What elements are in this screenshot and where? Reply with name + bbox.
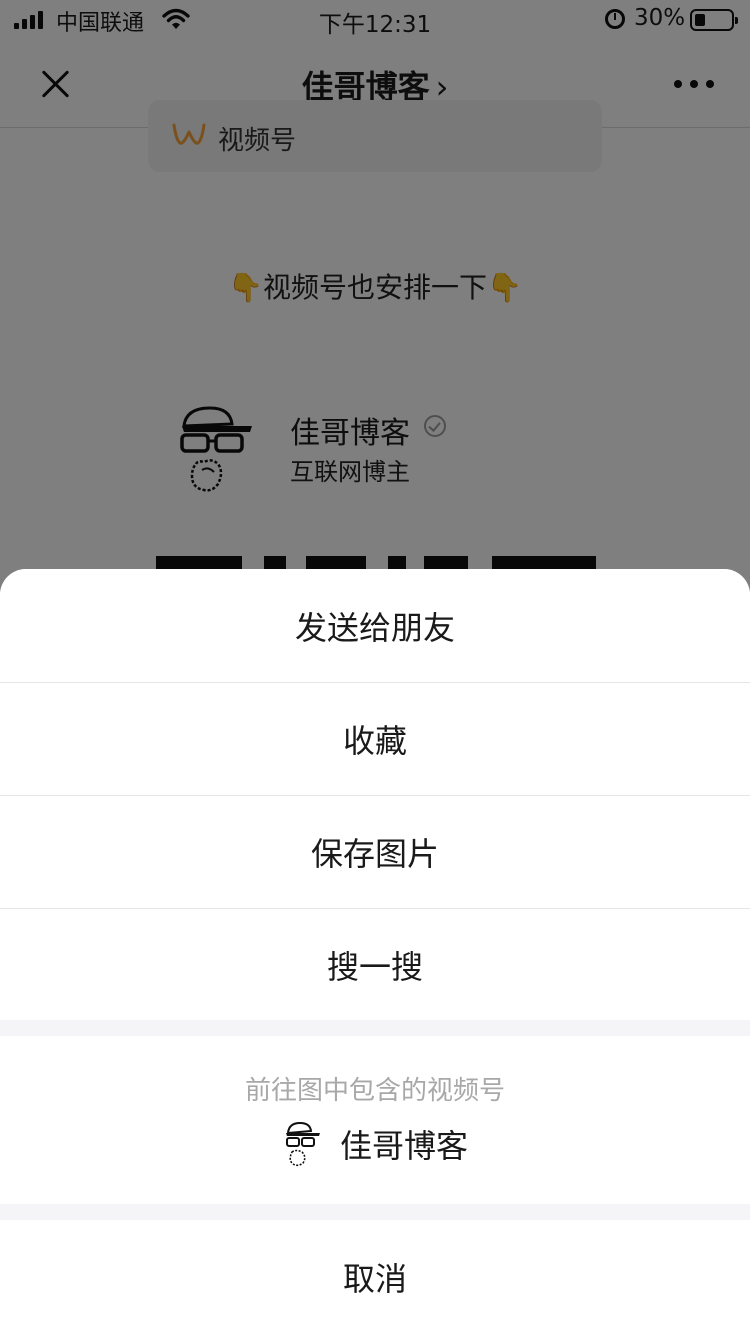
goto-channel-row: 佳哥博客	[0, 1116, 750, 1172]
search-option[interactable]: 搜一搜	[0, 908, 750, 1021]
action-sheet: 发送给朋友 收藏 保存图片 搜一搜 前往图中包含的视频号 佳哥博客 取消	[0, 569, 750, 1334]
action-sheet-options: 发送给朋友 收藏 保存图片 搜一搜	[0, 569, 750, 1020]
save-image-option[interactable]: 保存图片	[0, 795, 750, 908]
channel-avatar	[285, 1121, 320, 1167]
send-to-friend-option[interactable]: 发送给朋友	[0, 569, 750, 682]
goto-channel-label: 前往图中包含的视频号	[244, 1076, 505, 1106]
cancel-button[interactable]: 取消	[0, 1220, 750, 1334]
goto-channel-option[interactable]: 前往图中包含的视频号 佳哥博客	[0, 1036, 750, 1204]
favorite-option[interactable]: 收藏	[0, 682, 750, 795]
goto-channel-name: 佳哥博客	[339, 1127, 468, 1165]
